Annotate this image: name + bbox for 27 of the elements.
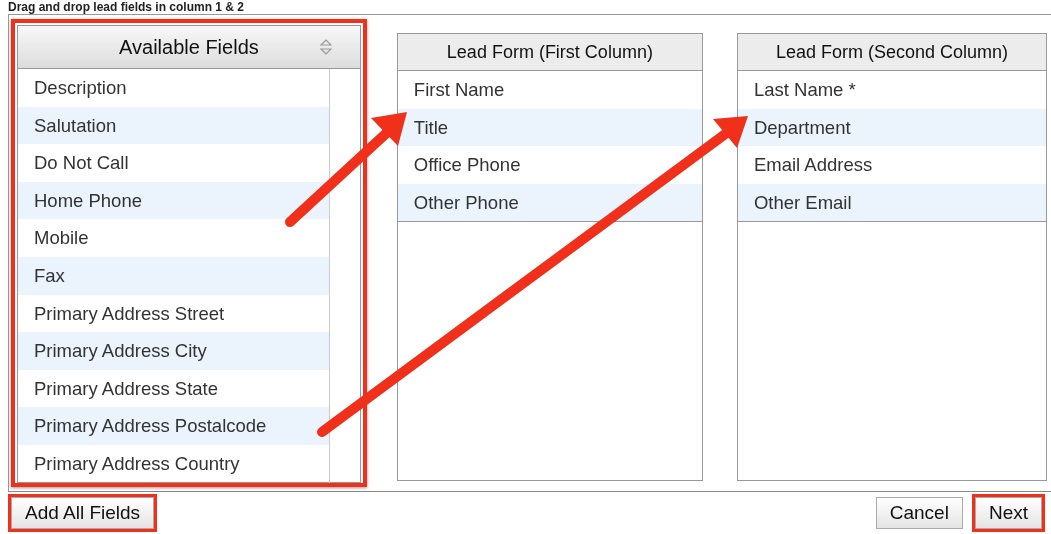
field-item[interactable]: Mobile <box>18 219 329 257</box>
field-item[interactable]: Fax <box>18 256 329 295</box>
field-item[interactable]: Email Address <box>737 146 1046 184</box>
field-item[interactable]: Primary Address City <box>18 332 329 370</box>
field-item[interactable]: Primary Address Country <box>18 444 329 483</box>
field-item[interactable]: Title <box>397 108 702 147</box>
sort-icon[interactable] <box>319 38 332 56</box>
field-item[interactable]: Office Phone <box>397 146 702 184</box>
field-item[interactable]: First Name <box>397 71 702 109</box>
field-item[interactable]: Department <box>737 108 1046 147</box>
field-item[interactable]: Home Phone <box>18 181 329 220</box>
field-item[interactable]: Other Phone <box>397 183 702 222</box>
column-header[interactable]: Lead Form (Second Column) <box>737 34 1046 71</box>
field-item[interactable]: Do Not Call <box>18 144 329 182</box>
column-header[interactable]: Available Fields <box>18 26 360 69</box>
instruction-text: Drag and drop lead fields in column 1 & 2 <box>7 0 246 14</box>
action-button[interactable]: Next <box>974 497 1042 529</box>
field-item[interactable]: Primary Address Street <box>18 294 329 333</box>
field-item[interactable]: Description <box>18 69 329 107</box>
field-item[interactable]: Other Email <box>737 183 1046 222</box>
field-item[interactable]: Primary Address Postalcode <box>18 407 329 445</box>
field-item[interactable]: Last Name * <box>737 71 1046 109</box>
action-button[interactable]: Cancel <box>875 497 963 529</box>
column-header[interactable]: Lead Form (First Column) <box>397 34 702 71</box>
action-button[interactable]: Add All Fields <box>11 497 155 529</box>
field-item[interactable]: Primary Address State <box>18 369 329 408</box>
field-item[interactable]: Salutation <box>18 106 329 145</box>
